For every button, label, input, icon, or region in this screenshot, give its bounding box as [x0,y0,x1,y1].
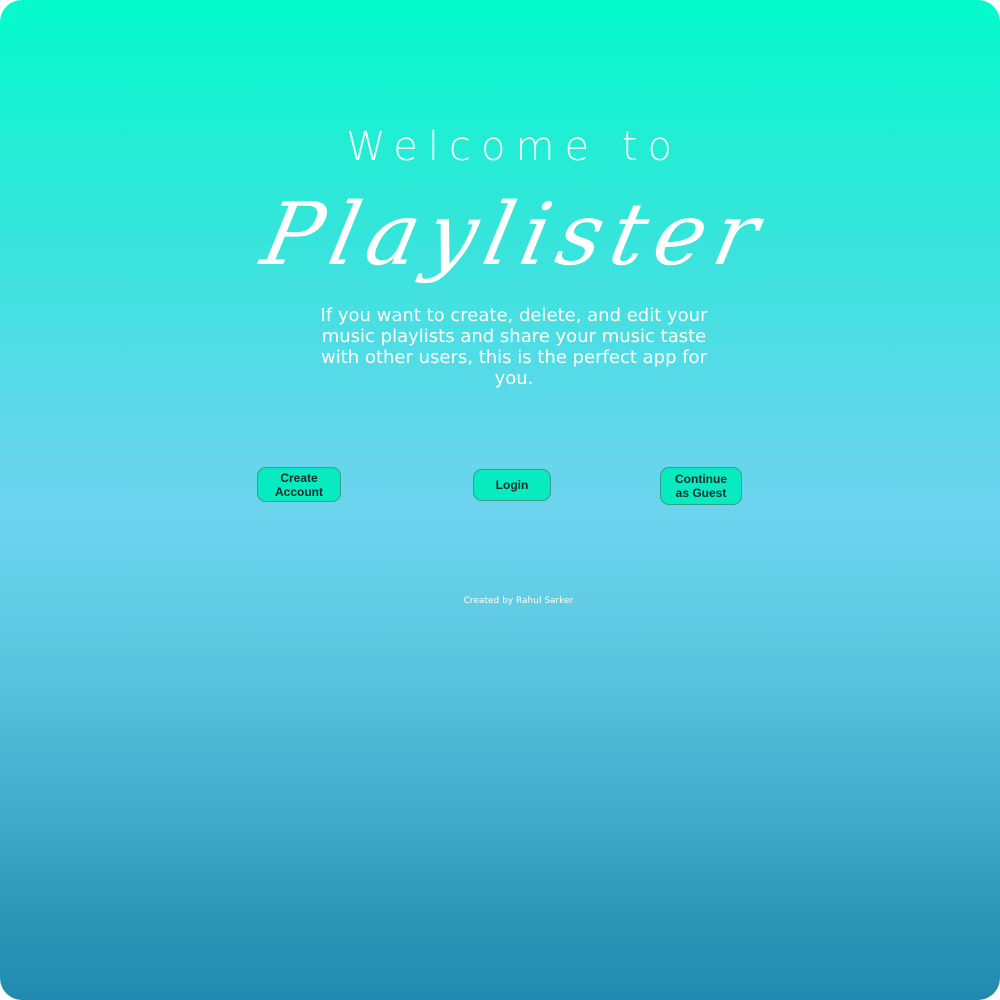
continue-as-guest-button[interactable]: Continue as Guest [660,467,742,505]
splash-screen: Welcome to Playlister If you want to cre… [0,0,1000,1000]
creator-credit: Created by Rahul Sarker [463,596,574,606]
app-description: If you want to create, delete, and edit … [320,305,708,389]
welcome-heading: Welcome to [346,124,682,170]
create-account-button[interactable]: Create Account [257,467,341,502]
login-button[interactable]: Login [473,469,551,501]
app-logo-title: Playlister [253,185,777,285]
